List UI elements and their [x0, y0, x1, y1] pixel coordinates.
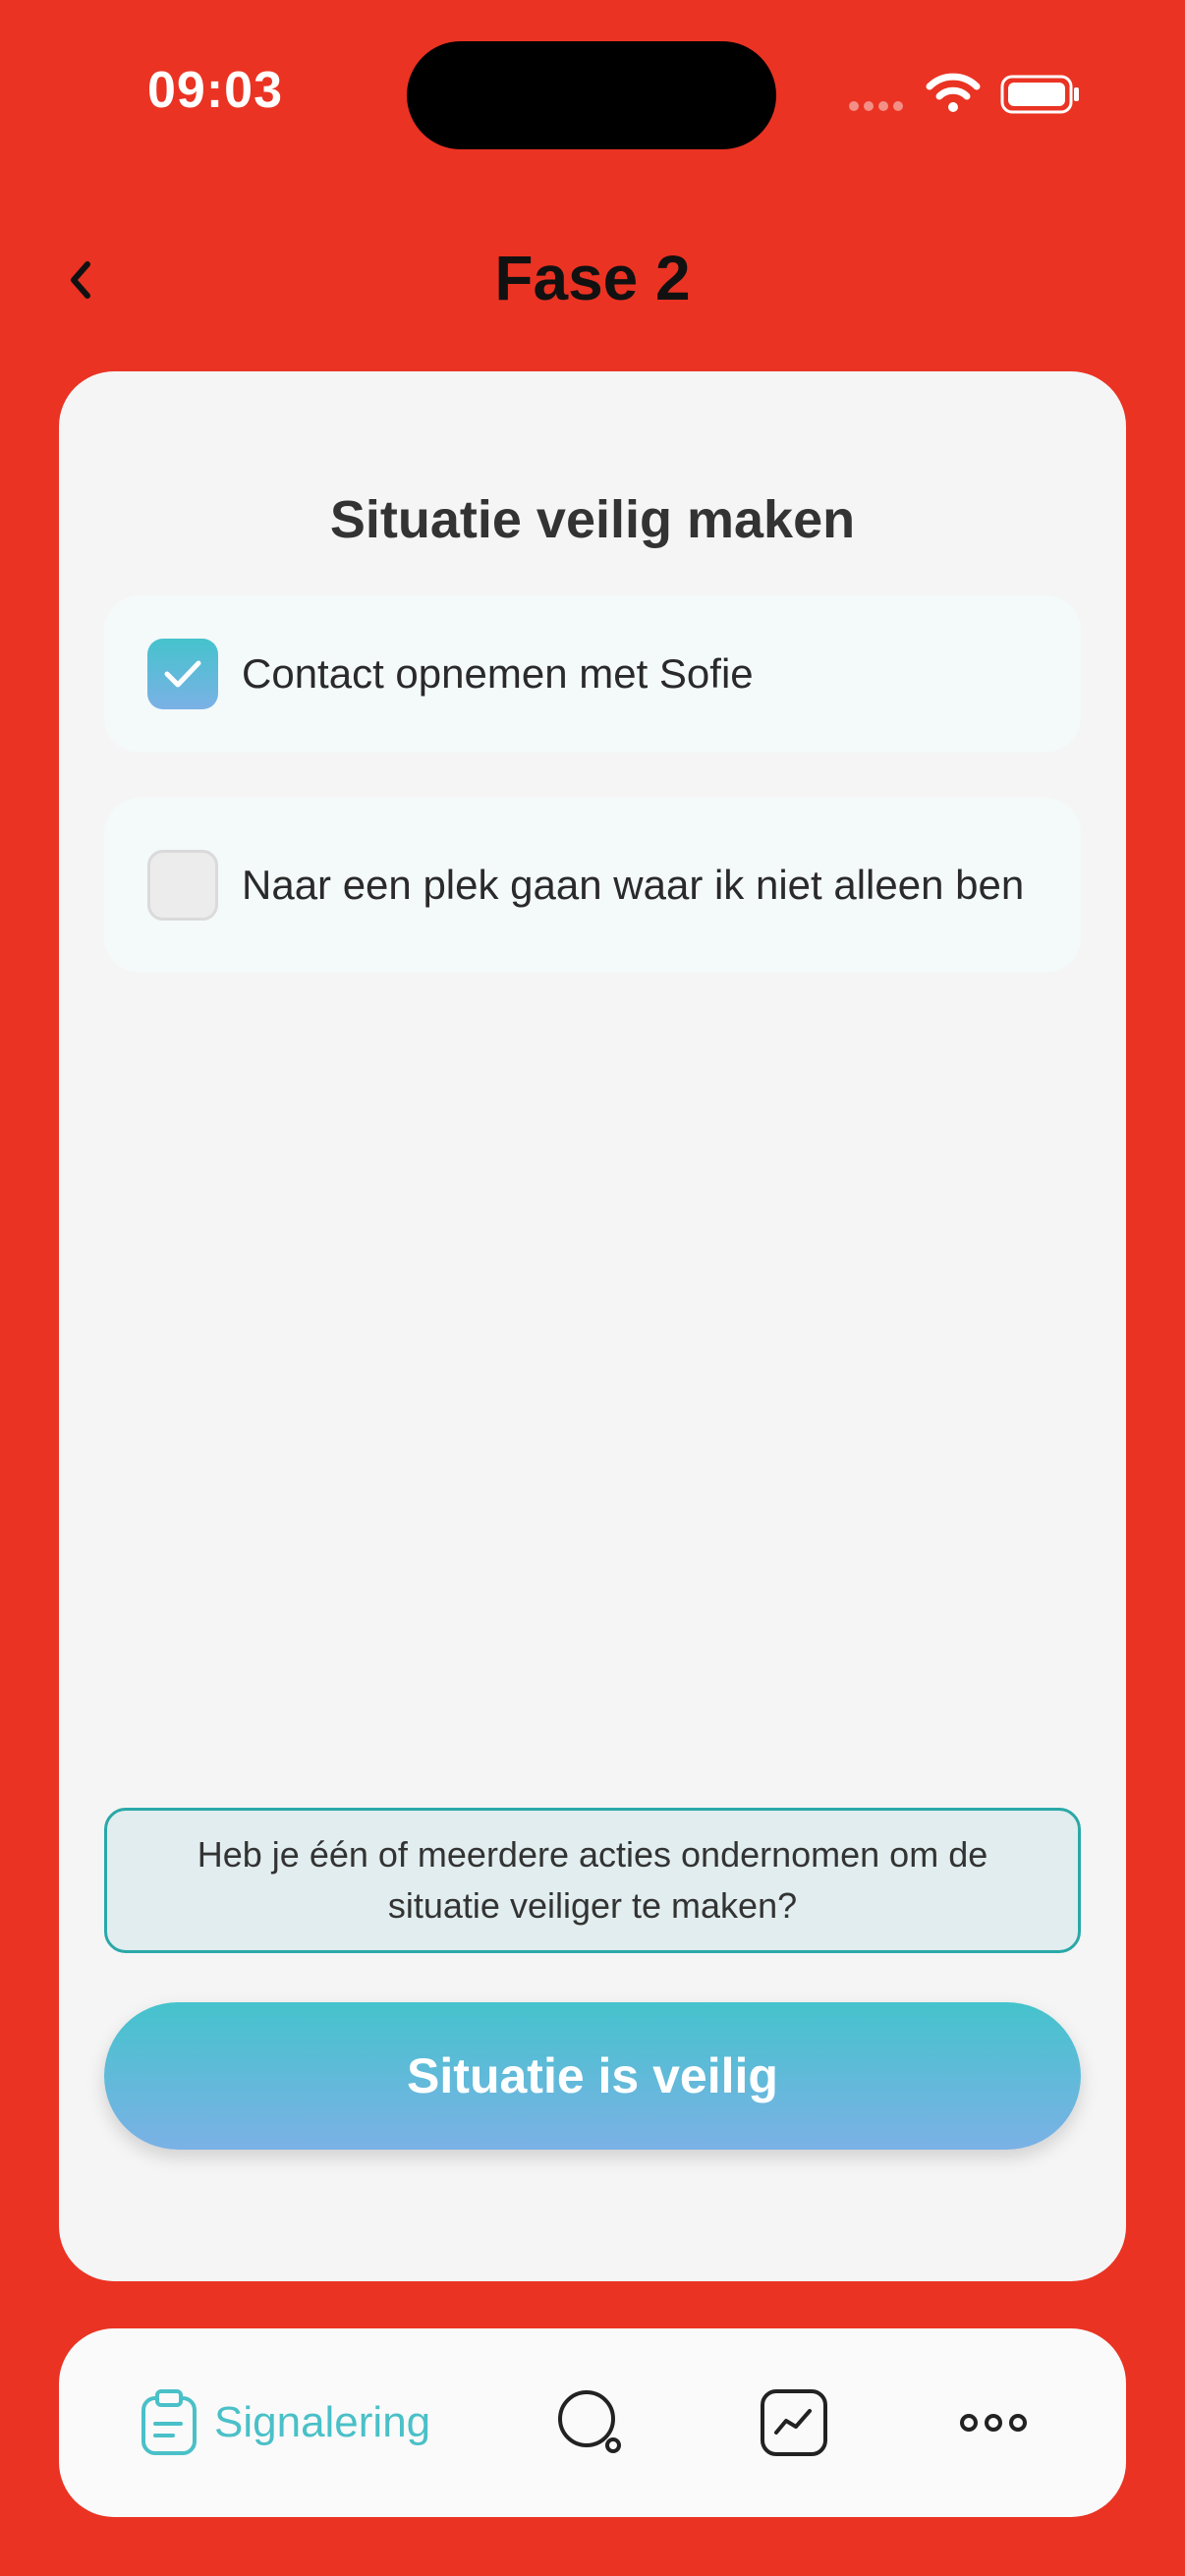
nav-bar: Fase 2 — [0, 226, 1185, 334]
checkbox-unchecked[interactable] — [147, 850, 218, 921]
checklist-item[interactable]: Naar een plek gaan waar ik niet alleen b… — [104, 798, 1081, 973]
signal-dots-icon — [849, 98, 908, 116]
chart-icon — [761, 2389, 827, 2456]
card-title: Situatie veilig maken — [329, 490, 856, 549]
tab-chart[interactable] — [759, 2328, 829, 2517]
content-card: Situatie veilig maken Contact opnemen me… — [59, 371, 1126, 2281]
checklist-item-label: Naar een plek gaan waar ik niet alleen b… — [242, 862, 1025, 908]
page-title: Fase 2 — [494, 243, 691, 313]
tab-signalering-label: Signalering — [214, 2398, 431, 2446]
checkbox-checked[interactable] — [147, 639, 218, 709]
tab-bar: Signalering — [59, 2328, 1126, 2517]
tab-signalering[interactable]: Signalering — [138, 2328, 430, 2517]
checkmark-icon — [164, 660, 201, 688]
clipboard-icon — [141, 2389, 197, 2455]
battery-icon — [1000, 75, 1081, 119]
checklist-item-label: Contact opnemen met Sofie — [242, 650, 754, 697]
status-time: 09:03 — [147, 62, 283, 119]
checklist-item[interactable]: Contact opnemen met Sofie — [104, 595, 1081, 753]
more-icon — [960, 2414, 1027, 2432]
tab-search[interactable] — [554, 2328, 627, 2517]
situation-safe-button[interactable]: Situatie is veilig — [104, 2002, 1081, 2150]
tab-more[interactable] — [959, 2328, 1028, 2517]
dynamic-island — [407, 41, 776, 149]
question-box: Heb je één of meerdere acties ondernomen… — [104, 1808, 1081, 1953]
search-icon — [558, 2390, 621, 2453]
wifi-icon — [926, 73, 981, 119]
status-bar: 09:03 — [0, 0, 1185, 187]
